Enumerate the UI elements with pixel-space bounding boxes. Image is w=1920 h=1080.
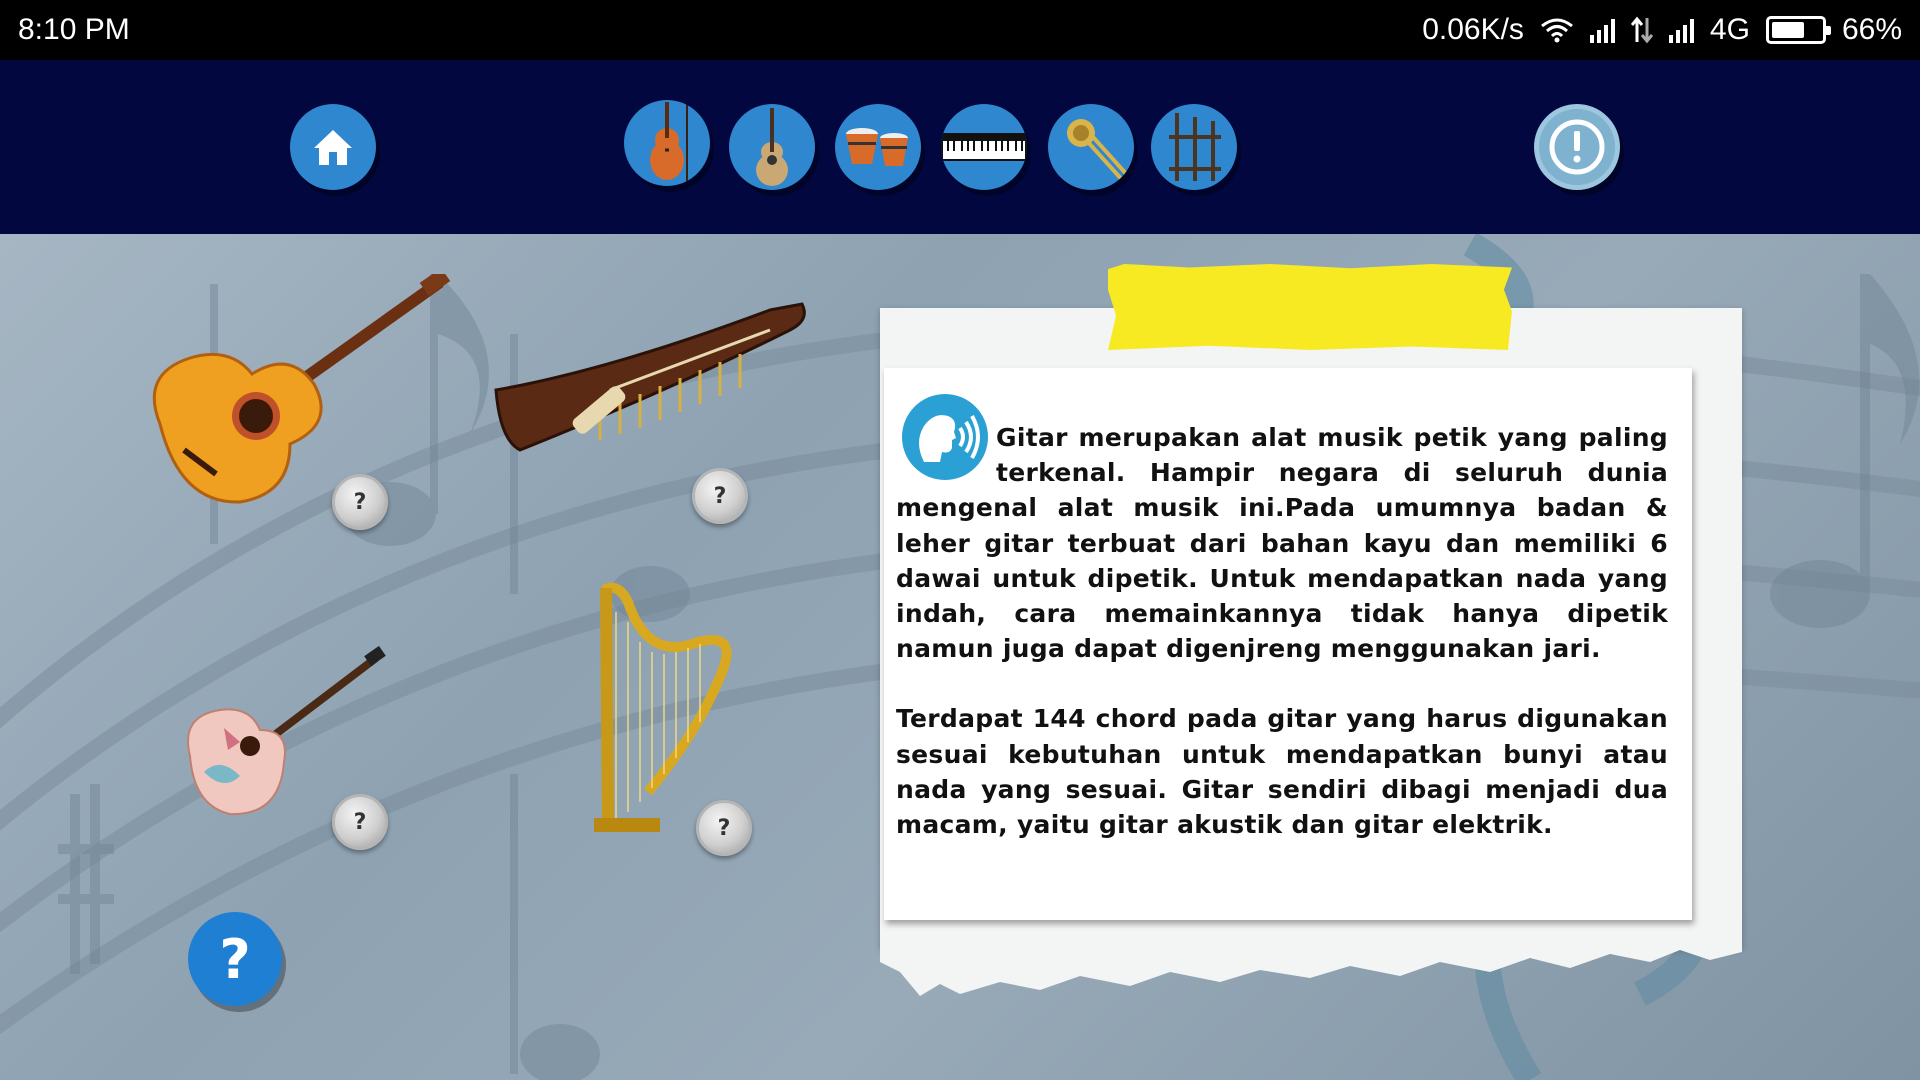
keyboard-icon <box>941 133 1027 161</box>
tab-keyboard[interactable] <box>941 104 1027 190</box>
data-transfer-icon <box>1630 16 1653 44</box>
signal-icon-2 <box>1668 17 1694 43</box>
info-paragraph-2: Terdapat 144 chord pada gitar yang harus… <box>896 704 1668 840</box>
guitar-info-button[interactable]: ? <box>332 474 388 530</box>
tab-violin[interactable] <box>624 100 710 186</box>
info-paragraph-1: Gitar merupakan alat musik petik yang pa… <box>896 423 1668 664</box>
kecapi-image[interactable] <box>490 290 810 470</box>
status-icons: 0.06K/s 4G 66% <box>1422 13 1902 47</box>
content-area: ? ? ? ? ? Gitar merupakan alat musik pet… <box>0 234 1920 1080</box>
bongo-drums-icon <box>846 128 908 166</box>
info-card: Gitar merupakan alat musik petik yang pa… <box>884 368 1692 920</box>
battery-icon <box>1765 16 1831 44</box>
angklung-icon <box>1169 113 1221 181</box>
trombone-icon <box>1067 119 1131 185</box>
ukulele-image[interactable] <box>180 646 390 816</box>
kecapi-info-button[interactable]: ? <box>692 468 748 524</box>
wifi-icon <box>1540 18 1573 43</box>
violin-icon <box>650 100 688 186</box>
tab-guitar[interactable] <box>729 104 815 190</box>
home-button[interactable] <box>290 104 376 190</box>
info-text: Gitar merupakan alat musik petik yang pa… <box>896 368 1668 877</box>
guitar-image[interactable] <box>140 274 450 514</box>
tab-angklung[interactable] <box>1151 104 1237 190</box>
status-time: 8:10 PM <box>18 13 130 46</box>
signal-icon-1 <box>1589 17 1615 43</box>
home-icon <box>314 130 352 165</box>
network-type: 4G <box>1709 13 1750 46</box>
battery-percent: 66% <box>1841 13 1902 46</box>
network-speed: 0.06K/s <box>1422 13 1524 46</box>
help-button[interactable]: ? <box>188 912 282 1006</box>
yellow-tape <box>1108 264 1512 350</box>
harp-info-button[interactable]: ? <box>696 800 752 856</box>
info-button[interactable] <box>1534 104 1620 190</box>
tab-bongo[interactable] <box>835 104 921 190</box>
top-nav <box>0 60 1920 234</box>
torn-paper-edge <box>880 932 1742 996</box>
ukulele-info-button[interactable]: ? <box>332 794 388 850</box>
info-icon <box>1549 119 1605 175</box>
guitar-icon <box>756 108 788 186</box>
tab-trombone[interactable] <box>1048 104 1134 190</box>
status-bar: 8:10 PM 0.06K/s 4G 66% <box>0 0 1920 60</box>
